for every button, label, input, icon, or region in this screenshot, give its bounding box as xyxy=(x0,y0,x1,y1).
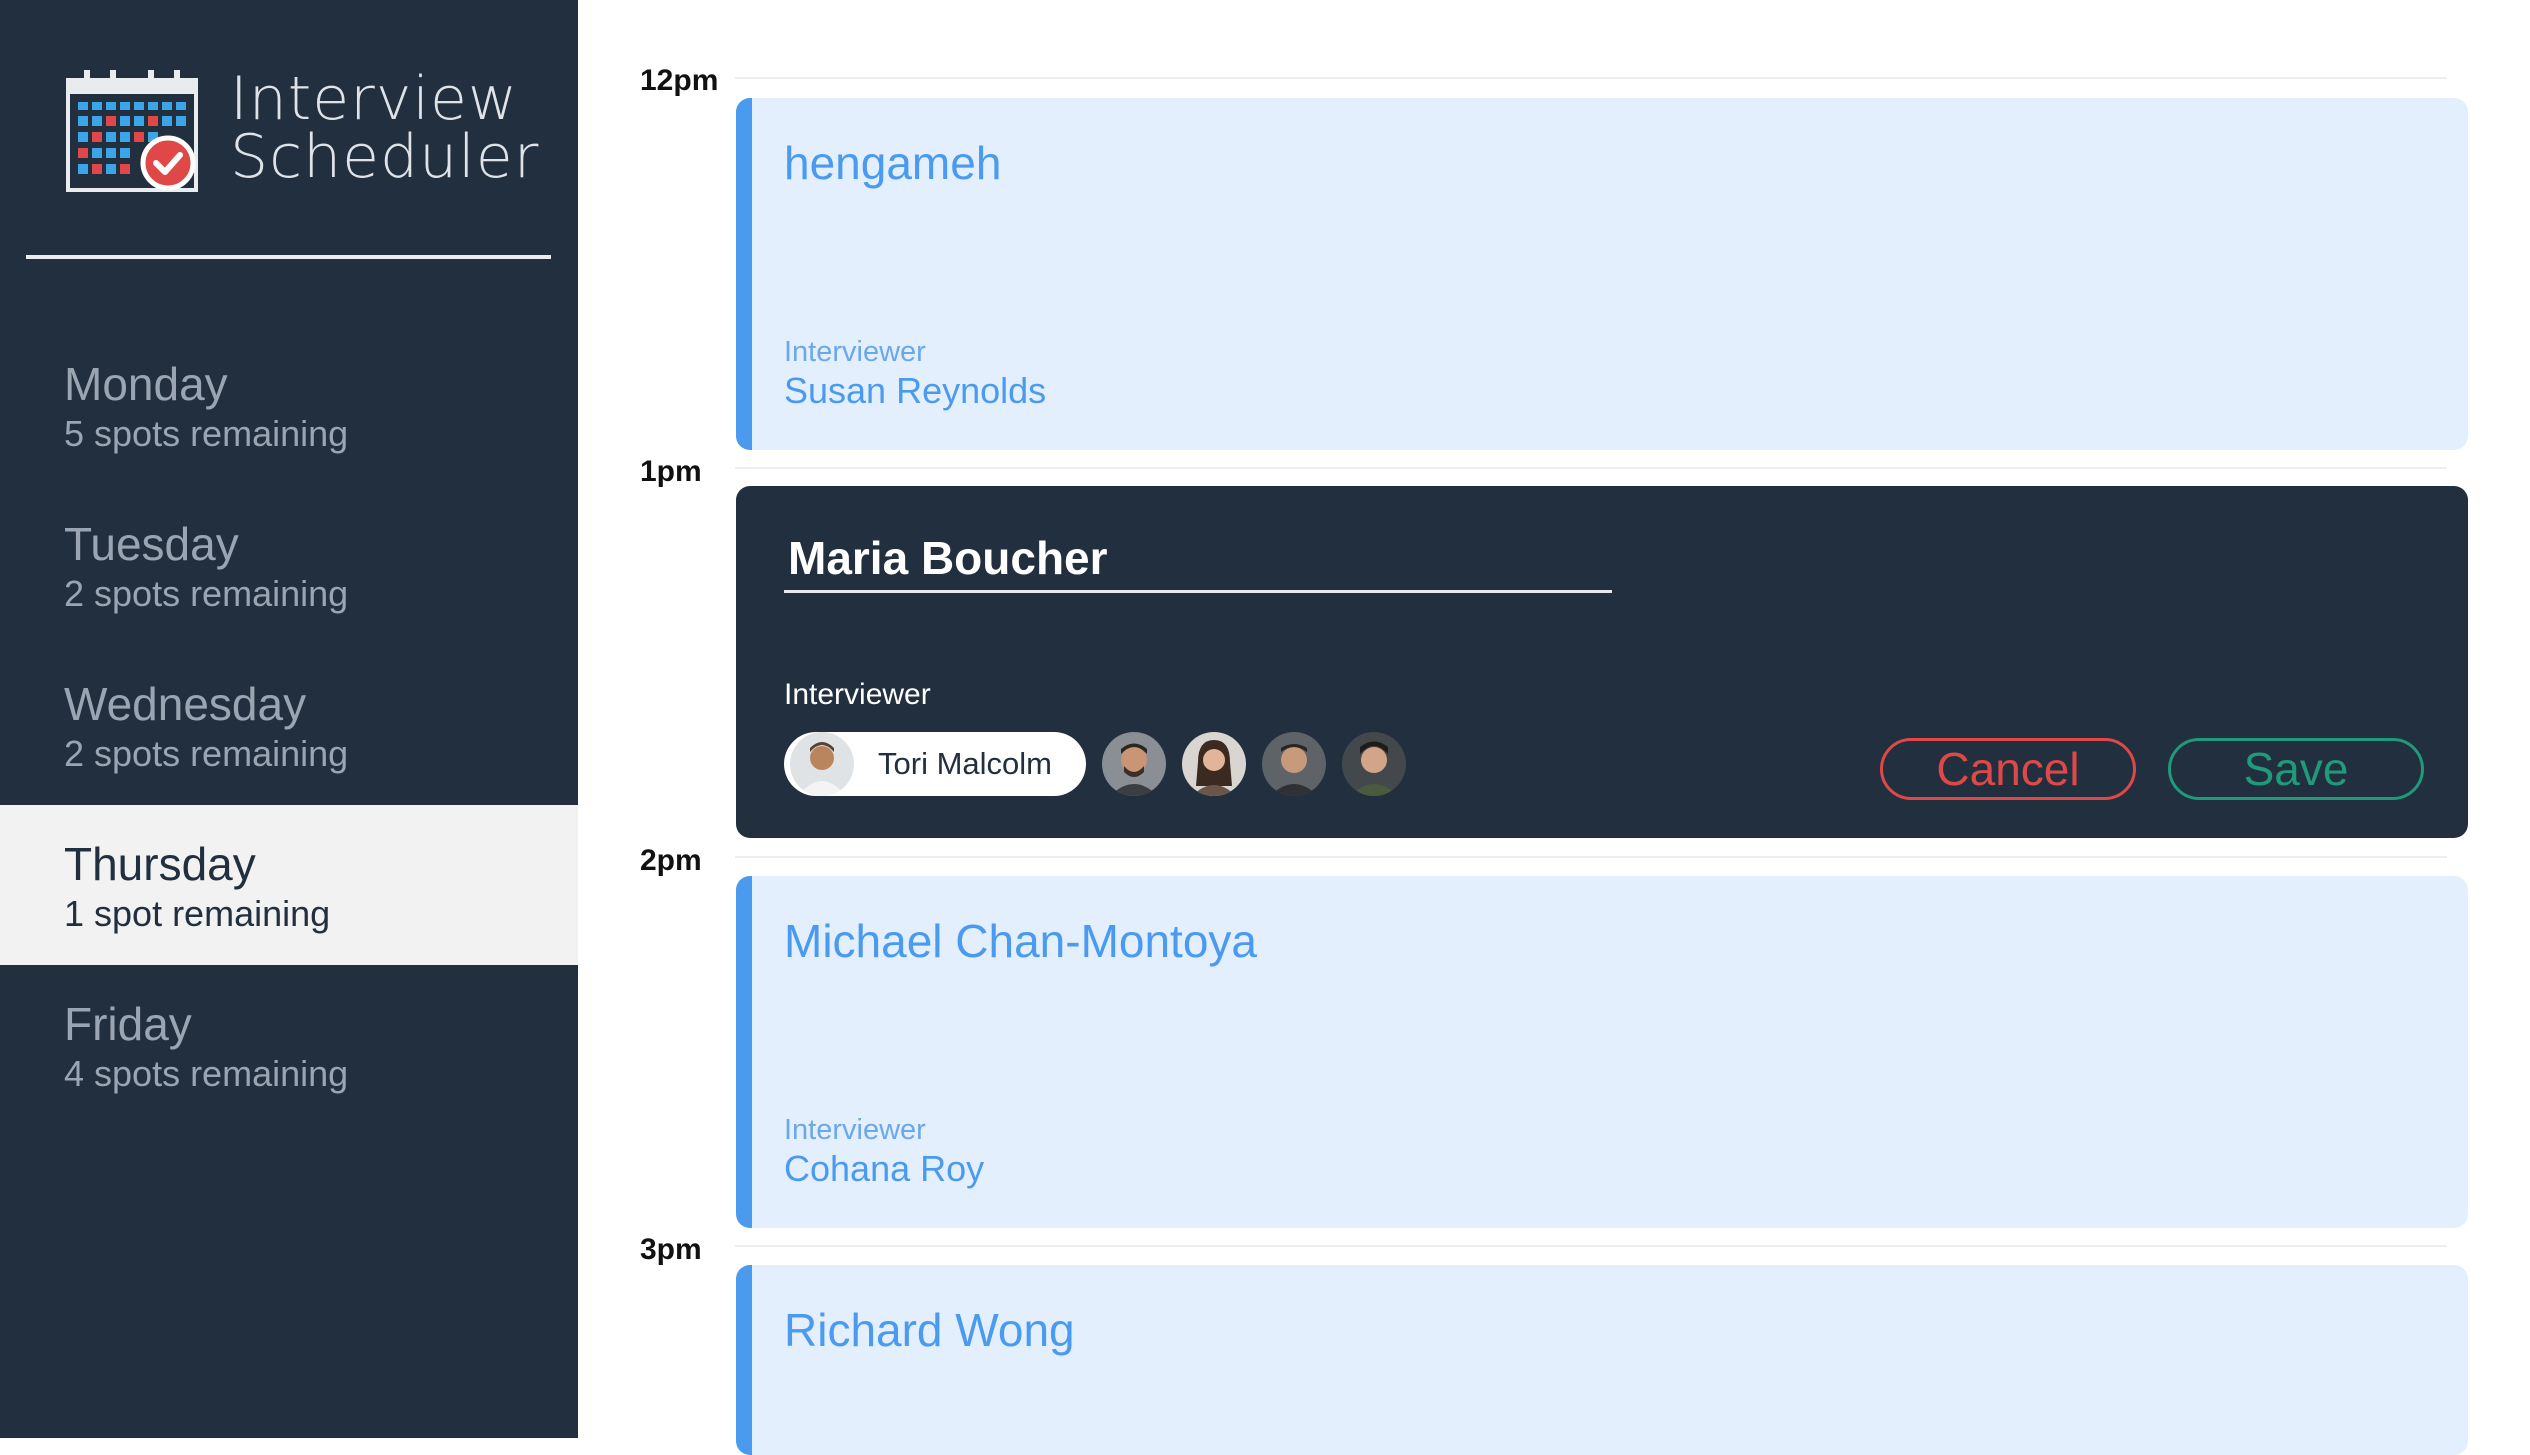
avatar xyxy=(790,732,854,796)
day-spots: 4 spots remaining xyxy=(64,1053,349,1094)
interviewer-label: Interviewer xyxy=(784,1114,926,1146)
schedule: 12pm hengameh Interviewer Susan Reynolds… xyxy=(578,0,2530,1455)
interviewer-name: Susan Reynolds xyxy=(784,370,1047,411)
day-name: Wednesday xyxy=(64,678,307,730)
sidebar-divider xyxy=(26,255,551,259)
day-name: Monday xyxy=(64,358,228,410)
interviewer-label: Interviewer xyxy=(784,678,931,711)
appointment-card[interactable]: Michael Chan-Montoya Interviewer Cohana … xyxy=(736,876,2468,1228)
day-name: Friday xyxy=(64,998,192,1050)
day-item-wednesday[interactable]: Wednesday 2 spots remaining xyxy=(0,645,578,805)
app-title-line1: Interview xyxy=(230,64,518,134)
time-label-1pm: 1pm xyxy=(640,455,702,488)
day-list: Monday 5 spots remaining Tuesday 2 spots… xyxy=(0,325,578,1125)
interviewer-avatar[interactable] xyxy=(1261,732,1326,796)
cancel-button[interactable]: Cancel xyxy=(1880,738,2136,800)
day-item-monday[interactable]: Monday 5 spots remaining xyxy=(0,325,578,485)
hour-divider xyxy=(735,856,2447,858)
day-name: Tuesday xyxy=(64,518,239,570)
interviewer-avatar[interactable] xyxy=(1341,732,1406,796)
time-label-3pm: 3pm xyxy=(640,1233,702,1266)
day-spots: 2 spots remaining xyxy=(64,573,349,614)
interviewer-name: Tori Malcolm xyxy=(878,746,1052,781)
interviewer-label: Interviewer xyxy=(784,336,926,368)
day-spots: 1 spot remaining xyxy=(64,893,331,934)
day-spots: 2 spots remaining xyxy=(64,733,349,774)
appointment-edit-form: Interviewer Tori Malcolm Cancel Save xyxy=(736,486,2468,838)
interviewer-list: Tori Malcolm xyxy=(784,732,1422,796)
save-button[interactable]: Save xyxy=(2168,738,2424,800)
day-spots: 5 spots remaining xyxy=(64,413,349,454)
day-item-tuesday[interactable]: Tuesday 2 spots remaining xyxy=(0,485,578,645)
app-title-line2: Scheduler xyxy=(230,122,540,192)
appointment-card[interactable]: hengameh Interviewer Susan Reynolds xyxy=(736,98,2468,450)
student-name: Richard Wong xyxy=(784,1304,1075,1356)
sidebar: Interview Scheduler Monday 5 spots remai… xyxy=(0,0,578,1438)
hour-divider xyxy=(735,77,2447,79)
time-label-12pm: 12pm xyxy=(640,64,719,97)
student-name: Michael Chan-Montoya xyxy=(784,915,1258,967)
interviewer-name: Cohana Roy xyxy=(784,1148,985,1189)
interviewer-item-selected[interactable]: Tori Malcolm xyxy=(784,732,1086,796)
calendar-check-icon xyxy=(66,70,198,192)
app-title: Interview Scheduler xyxy=(230,64,550,192)
student-name: hengameh xyxy=(784,137,1002,189)
hour-divider xyxy=(735,467,2447,469)
time-label-2pm: 2pm xyxy=(640,844,702,877)
hour-divider xyxy=(735,1245,2447,1247)
day-item-friday[interactable]: Friday 4 spots remaining xyxy=(0,965,578,1125)
student-name-input[interactable] xyxy=(784,526,1612,593)
interviewer-avatar[interactable] xyxy=(1181,732,1246,796)
interviewer-avatar[interactable] xyxy=(1101,732,1166,796)
day-name: Thursday xyxy=(64,838,256,890)
day-item-thursday[interactable]: Thursday 1 spot remaining xyxy=(0,805,578,965)
appointment-card[interactable]: Richard Wong xyxy=(736,1265,2468,1455)
